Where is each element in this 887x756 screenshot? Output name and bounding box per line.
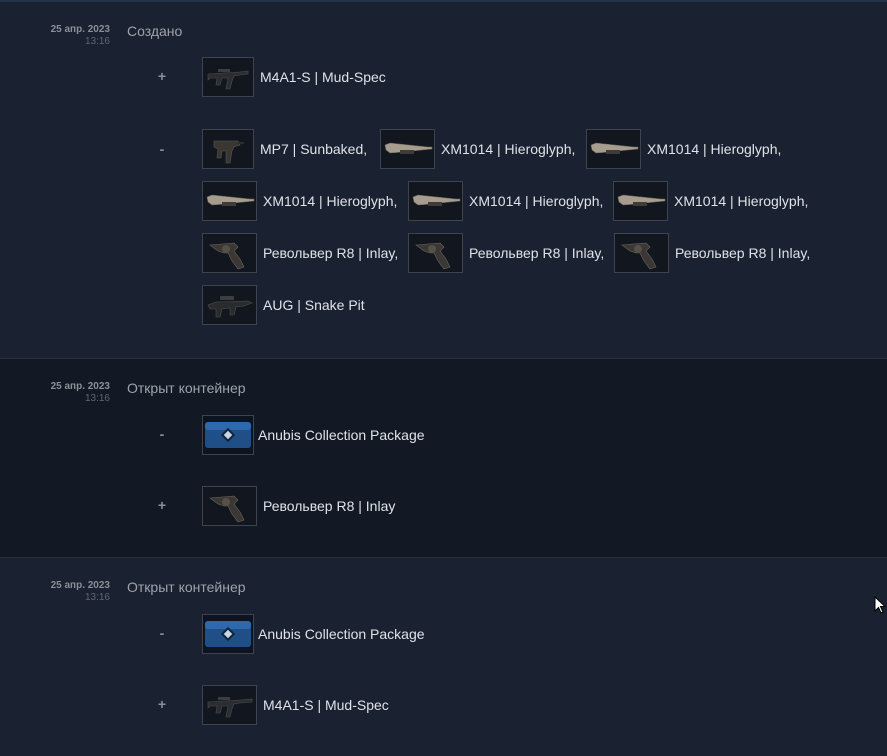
history-item[interactable]: XM1014 | Hieroglyph, bbox=[586, 128, 781, 170]
package-case-icon bbox=[202, 415, 254, 455]
history-item[interactable]: Револьвер R8 | Inlay bbox=[202, 485, 395, 527]
item-name: M4A1-S | Mud-Spec bbox=[263, 697, 389, 713]
removed-sign: - bbox=[159, 141, 165, 157]
history-item[interactable]: XM1014 | Hieroglyph, bbox=[202, 180, 397, 222]
history-row: 25 апр. 2023 13:16 Открыт контейнер - An… bbox=[0, 358, 887, 558]
inventory-history: 25 апр. 2023 13:16 Создано + M4A1-S | Mu… bbox=[0, 0, 887, 756]
history-row: 25 апр. 2023 13:16 Открыт контейнер - An… bbox=[0, 558, 887, 756]
entry-date: 25 апр. 2023 bbox=[50, 24, 110, 35]
entry-date: 25 апр. 2023 bbox=[50, 381, 110, 392]
rifle-m4a1s-icon bbox=[202, 57, 254, 97]
added-sign: + bbox=[157, 696, 167, 712]
history-item[interactable]: XM1014 | Hieroglyph, bbox=[408, 180, 603, 222]
history-item[interactable]: Револьвер R8 | Inlay, bbox=[408, 232, 604, 274]
item-name: Anubis Collection Package bbox=[258, 626, 425, 642]
entry-time: 13:16 bbox=[84, 36, 110, 47]
history-item[interactable]: MP7 | Sunbaked, bbox=[202, 128, 367, 170]
item-name: MP7 | Sunbaked, bbox=[260, 141, 368, 157]
shotgun-xm1014-icon bbox=[613, 181, 668, 221]
item-name: AUG | Snake Pit bbox=[263, 297, 365, 313]
revolver-r8-icon bbox=[408, 233, 463, 273]
removed-sign: - bbox=[159, 426, 165, 442]
shotgun-xm1014-icon bbox=[408, 181, 463, 221]
item-name: XM1014 | Hieroglyph, bbox=[469, 193, 604, 209]
entry-time: 13:16 bbox=[84, 592, 110, 603]
removed-sign: - bbox=[159, 625, 165, 641]
revolver-r8-icon bbox=[614, 233, 669, 273]
history-row: 25 апр. 2023 13:16 Создано + M4A1-S | Mu… bbox=[0, 2, 887, 358]
history-item[interactable]: Револьвер R8 | Inlay, bbox=[614, 232, 810, 274]
history-item[interactable]: Anubis Collection Package bbox=[202, 613, 425, 655]
item-name: Револьвер R8 | Inlay, bbox=[263, 245, 399, 261]
entry-title: Открыт контейнер bbox=[127, 579, 246, 595]
item-name: Револьвер R8 | Inlay, bbox=[469, 245, 605, 261]
rifle-aug-icon bbox=[202, 285, 257, 325]
history-item[interactable]: AUG | Snake Pit bbox=[202, 284, 365, 326]
item-name: XM1014 | Hieroglyph, bbox=[647, 141, 782, 157]
item-name: M4A1-S | Mud-Spec bbox=[260, 69, 386, 85]
shotgun-xm1014-icon bbox=[586, 129, 641, 169]
revolver-r8-icon bbox=[202, 233, 257, 273]
history-item[interactable]: XM1014 | Hieroglyph, bbox=[613, 180, 808, 222]
added-sign: + bbox=[157, 68, 167, 84]
history-item[interactable]: Револьвер R8 | Inlay, bbox=[202, 232, 398, 274]
item-name: XM1014 | Hieroglyph, bbox=[263, 193, 398, 209]
entry-time: 13:16 bbox=[84, 393, 110, 404]
item-name: Anubis Collection Package bbox=[258, 427, 425, 443]
item-name: XM1014 | Hieroglyph, bbox=[674, 193, 809, 209]
shotgun-xm1014-icon bbox=[202, 181, 257, 221]
item-name: Револьвер R8 | Inlay, bbox=[675, 245, 811, 261]
package-case-icon bbox=[202, 614, 254, 654]
item-name: XM1014 | Hieroglyph, bbox=[441, 141, 576, 157]
revolver-r8-icon bbox=[202, 486, 257, 526]
entry-title: Создано bbox=[127, 23, 183, 39]
mouse-cursor-icon bbox=[874, 596, 887, 614]
added-sign: + bbox=[157, 497, 167, 513]
history-item[interactable]: XM1014 | Hieroglyph, bbox=[380, 128, 575, 170]
history-item[interactable]: M4A1-S | Mud-Spec bbox=[202, 684, 389, 726]
item-name: Револьвер R8 | Inlay bbox=[263, 498, 396, 514]
rifle-m4a1s-icon bbox=[202, 685, 257, 725]
smg-mp7-icon bbox=[202, 129, 254, 169]
history-item[interactable]: M4A1-S | Mud-Spec bbox=[202, 56, 386, 98]
entry-date: 25 апр. 2023 bbox=[50, 580, 110, 591]
shotgun-xm1014-icon bbox=[380, 129, 435, 169]
history-item[interactable]: Anubis Collection Package bbox=[202, 414, 425, 456]
entry-title: Открыт контейнер bbox=[127, 380, 246, 396]
